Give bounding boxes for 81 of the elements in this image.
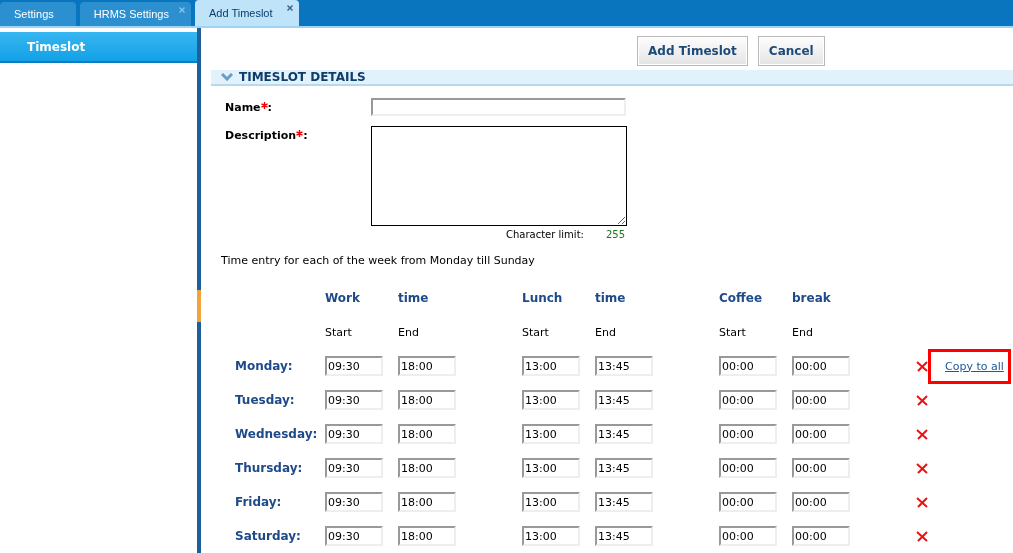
time-field[interactable]: 13:45 bbox=[595, 424, 653, 444]
field-label: Description bbox=[225, 129, 297, 142]
time-field[interactable]: 18:00 bbox=[398, 492, 456, 512]
delete-icon[interactable] bbox=[916, 360, 928, 372]
splitter[interactable] bbox=[197, 28, 201, 553]
delete-icon[interactable] bbox=[916, 394, 928, 406]
time-field[interactable]: 13:45 bbox=[595, 526, 653, 546]
time-field[interactable]: 18:00 bbox=[398, 526, 456, 546]
time-field[interactable]: 09:30 bbox=[325, 424, 383, 444]
char-limit-label: Character limit: bbox=[506, 229, 584, 240]
description-field[interactable] bbox=[371, 126, 627, 226]
time-field[interactable]: 18:00 bbox=[398, 390, 456, 410]
column-header: Work bbox=[325, 291, 361, 305]
cancel-button[interactable]: Cancel bbox=[757, 36, 825, 66]
close-icon[interactable] bbox=[286, 5, 293, 11]
column-subheader: Start bbox=[325, 325, 353, 339]
tab[interactable]: Settings bbox=[0, 2, 76, 26]
char-limit-value: 255 bbox=[605, 229, 625, 240]
time-field[interactable]: 09:30 bbox=[325, 526, 383, 546]
time-field[interactable]: 00:00 bbox=[719, 356, 777, 376]
column-subheader: End bbox=[595, 325, 617, 339]
time-field[interactable]: 00:00 bbox=[792, 458, 850, 478]
time-field[interactable]: 13:00 bbox=[522, 458, 580, 478]
column-subheader: End bbox=[792, 325, 814, 339]
tab[interactable]: HRMS Settings bbox=[79, 2, 191, 26]
column-header: break bbox=[792, 291, 832, 305]
section-header[interactable]: TIMESLOT DETAILS bbox=[211, 70, 1013, 86]
time-field[interactable]: 00:00 bbox=[792, 492, 850, 512]
label-colon: : bbox=[303, 129, 308, 142]
delete-icon[interactable] bbox=[916, 428, 928, 440]
time-field[interactable]: 18:00 bbox=[398, 356, 456, 376]
delete-icon[interactable] bbox=[916, 530, 928, 542]
time-field[interactable]: 09:30 bbox=[325, 390, 383, 410]
field-label: Name bbox=[225, 101, 261, 114]
label-colon: : bbox=[267, 101, 272, 114]
column-header: Lunch bbox=[522, 291, 564, 305]
time-field[interactable]: 18:00 bbox=[398, 424, 456, 444]
column-header: Coffee bbox=[719, 291, 764, 305]
collapse-handle[interactable] bbox=[197, 289, 201, 322]
time-field[interactable]: 09:30 bbox=[325, 492, 383, 512]
time-field[interactable]: 13:00 bbox=[522, 424, 580, 444]
time-field[interactable]: 13:00 bbox=[522, 492, 580, 512]
column-subheader: Start bbox=[719, 325, 747, 339]
section-title: TIMESLOT DETAILS bbox=[239, 70, 366, 84]
time-field[interactable]: 00:00 bbox=[719, 390, 777, 410]
intro-text: Time entry for each of the week from Monday till Sunday bbox=[220, 254, 536, 267]
name-field[interactable] bbox=[371, 98, 626, 116]
day-label: Friday: bbox=[235, 495, 283, 509]
time-field[interactable]: 00:00 bbox=[719, 492, 777, 512]
time-field[interactable]: 13:00 bbox=[522, 390, 580, 410]
time-field[interactable]: 09:30 bbox=[325, 356, 383, 376]
day-label: Thursday: bbox=[235, 461, 304, 475]
time-field[interactable]: 13:45 bbox=[595, 390, 653, 410]
time-field[interactable]: 13:00 bbox=[522, 526, 580, 546]
column-header: time bbox=[595, 291, 627, 305]
delete-icon[interactable] bbox=[916, 496, 928, 508]
add-button[interactable]: Add Timeslot bbox=[637, 36, 748, 66]
time-field[interactable]: 00:00 bbox=[719, 424, 777, 444]
time-field[interactable]: 13:45 bbox=[595, 458, 653, 478]
time-field[interactable]: 13:45 bbox=[595, 492, 653, 512]
column-header: time bbox=[398, 291, 430, 305]
chevron-icon[interactable] bbox=[221, 73, 233, 81]
time-field[interactable]: 00:00 bbox=[792, 356, 850, 376]
column-subheader: End bbox=[398, 325, 420, 339]
time-field[interactable]: 00:00 bbox=[719, 526, 777, 546]
time-field[interactable]: 00:00 bbox=[719, 458, 777, 478]
day-label: Saturday: bbox=[235, 529, 302, 543]
copy-to-all-link[interactable]: Copy to all bbox=[928, 348, 1011, 384]
delete-icon[interactable] bbox=[916, 462, 928, 474]
time-field[interactable]: 13:45 bbox=[595, 356, 653, 376]
time-field[interactable]: 13:00 bbox=[522, 356, 580, 376]
tab[interactable]: Add Timeslot bbox=[194, 0, 299, 26]
time-field[interactable]: 00:00 bbox=[792, 526, 850, 546]
day-label: Tuesday: bbox=[235, 393, 296, 407]
column-subheader: Start bbox=[522, 325, 550, 339]
time-field[interactable]: 00:00 bbox=[792, 424, 850, 444]
day-label: Monday: bbox=[235, 359, 294, 373]
time-field[interactable]: 00:00 bbox=[792, 390, 850, 410]
day-label: Wednesday: bbox=[235, 427, 319, 441]
time-field[interactable]: 09:30 bbox=[325, 458, 383, 478]
time-field[interactable]: 18:00 bbox=[398, 458, 456, 478]
